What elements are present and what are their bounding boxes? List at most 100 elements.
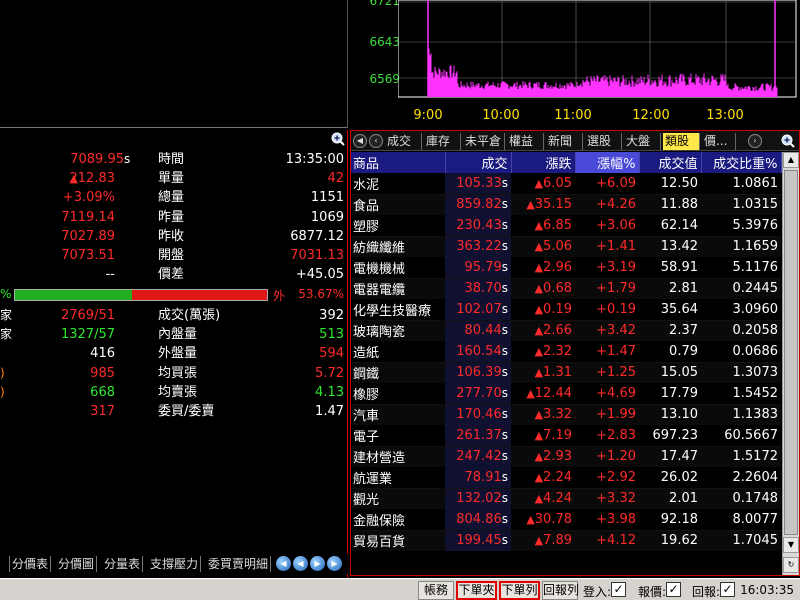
sector-tab[interactable]: 類股 <box>663 133 700 150</box>
login-check-icon: ✓ <box>611 582 626 597</box>
table-row[interactable]: 汽車 170.46s ▲3.32 +1.99 13.10 1.1383 <box>351 403 781 425</box>
sector-tab[interactable]: 權益 <box>507 133 544 150</box>
sector-turnover: 17.79 <box>639 383 701 404</box>
sector-change: ▲2.32 <box>511 341 575 362</box>
sector-change-pct: +3.19 <box>575 257 639 278</box>
table-row[interactable]: 電機機械 95.79s ▲2.96 +3.19 58.91 5.1176 <box>351 257 781 278</box>
sector-turnover: 62.14 <box>639 215 701 236</box>
order-folder-button[interactable]: 下單夾 <box>456 581 497 600</box>
quote-row: ) 985 均買張 5.72 <box>0 364 348 383</box>
table-row[interactable]: 玻璃陶瓷 80.44s ▲2.66 +3.42 2.37 0.2058 <box>351 319 781 341</box>
sector-turnover: 13.42 <box>639 235 701 257</box>
sector-tab[interactable]: 未平倉 <box>463 133 505 150</box>
sector-name: 造紙 <box>351 341 445 362</box>
up-arrow-icon: ▲ <box>534 282 544 296</box>
col-header-turnover[interactable]: 成交值 <box>639 152 702 173</box>
scroll-thumb[interactable] <box>784 170 798 535</box>
table-row[interactable]: 化學生技醫療 102.07s ▲0.19 +0.19 35.64 3.0960 <box>351 299 781 320</box>
sector-turnover-ratio: 1.7045 <box>701 529 781 551</box>
table-row[interactable]: 水泥 105.33s ▲6.05 +6.09 12.50 1.0861 <box>351 173 781 194</box>
zoom-icon[interactable] <box>331 132 345 146</box>
table-row[interactable]: 金融保險 804.86s ▲30.78 +3.98 92.18 8.0077 <box>351 509 781 530</box>
sector-turnover: 15.05 <box>639 361 701 383</box>
table-row[interactable]: 塑膠 230.43s ▲6.85 +3.06 62.14 5.3976 <box>351 215 781 236</box>
table-header-row: 商品 成交 漲跌 漲幅% 成交值 成交比重% <box>351 152 782 173</box>
y-axis-label: 6721 <box>369 0 400 8</box>
scroll-up-icon[interactable]: ▲ <box>783 152 799 168</box>
table-row[interactable]: 觀光 132.02s ▲4.24 +3.32 2.01 0.1748 <box>351 487 781 509</box>
sector-price: 80.44s <box>445 319 511 341</box>
table-row[interactable]: 橡膠 277.70s ▲12.44 +4.69 17.79 1.5452 <box>351 383 781 404</box>
refresh-icon[interactable]: ↻ <box>783 557 799 573</box>
prev-icon[interactable]: ◀ <box>293 556 308 571</box>
quote-value: 7089.95 s <box>70 152 131 167</box>
sector-name: 建材營造 <box>351 445 445 467</box>
sector-turnover-ratio: 0.1748 <box>701 487 781 509</box>
sector-turnover: 92.18 <box>639 509 701 530</box>
tab-partial[interactable] <box>0 556 10 572</box>
scroll-down-icon[interactable]: ▼ <box>783 537 799 553</box>
table-row[interactable]: 電器電纜 38.70s ▲0.68 +1.79 2.81 0.2445 <box>351 277 781 299</box>
sector-turnover: 0.79 <box>639 341 701 362</box>
sector-tab[interactable]: 庫存 <box>424 133 461 150</box>
tab-order-detail[interactable]: 委買賣明細 <box>206 556 272 572</box>
tabs-next-icon[interactable]: › <box>748 134 762 148</box>
col-header-change-pct[interactable]: 漲幅% <box>575 152 640 173</box>
table-row[interactable]: 貿易百貨 199.45s ▲7.89 +4.12 19.62 1.7045 <box>351 529 781 551</box>
table-row[interactable]: 電子 261.37s ▲7.19 +2.83 697.23 60.5667 <box>351 425 781 446</box>
y-axis-label: 6643 <box>369 35 400 49</box>
tab-price-table[interactable]: 分價表 <box>10 556 52 572</box>
sector-change-pct: +0.19 <box>575 299 639 320</box>
sector-price: 38.70s <box>445 277 511 299</box>
sector-change: ▲0.19 <box>511 299 575 320</box>
sector-name: 紡織纖維 <box>351 235 445 257</box>
next-icon[interactable]: ▶ <box>310 556 325 571</box>
last-icon[interactable]: ▶ <box>327 556 342 571</box>
table-row[interactable]: 食品 859.82s ▲35.15 +4.26 11.88 1.0315 <box>351 193 781 215</box>
col-header-change[interactable]: 漲跌 <box>511 152 576 173</box>
zoom-icon[interactable] <box>781 134 795 148</box>
tab-support-resistance[interactable]: 支撐壓力 <box>148 556 202 572</box>
account-button[interactable]: 帳務 <box>418 581 454 600</box>
sector-tab[interactable]: 選股 <box>585 133 622 150</box>
col-header-price[interactable]: 成交 <box>445 152 512 173</box>
col-header-name[interactable]: 商品 <box>351 152 446 173</box>
sector-change-pct: +3.06 <box>575 215 639 236</box>
table-row[interactable]: 造紙 160.54s ▲2.32 +1.47 0.79 0.0686 <box>351 341 781 362</box>
table-row[interactable]: 航運業 78.91s ▲2.24 +2.92 26.02 2.2604 <box>351 467 781 488</box>
quote-value: +3.09% <box>62 190 115 206</box>
col-header-turnover-ratio[interactable]: 成交比重% <box>701 152 782 173</box>
tabs-prev-icon[interactable]: ‹ <box>369 134 383 148</box>
suffix-s: s <box>501 449 508 464</box>
status-bar: 帳務 下單夾 下單列 回報列 登入: ✓ 報價: ✓ 回報: ✓ 16:03:3… <box>0 578 800 600</box>
sector-change: ▲3.32 <box>511 403 575 425</box>
report-bar-button[interactable]: 回報列 <box>542 581 579 600</box>
tab-volume-table[interactable]: 分量表 <box>102 556 144 572</box>
sector-change: ▲35.15 <box>511 193 575 215</box>
table-row[interactable]: 建材營造 247.42s ▲2.93 +1.20 17.47 1.5172 <box>351 445 781 467</box>
sector-table: 商品 成交 漲跌 漲幅% 成交值 成交比重% 水泥 105.33s ▲6.05 +6.… <box>351 152 782 551</box>
outer-volume-fill <box>131 290 267 300</box>
tabs-left-icon[interactable]: ◀ <box>353 134 367 148</box>
tab-price-chart[interactable]: 分價圖 <box>56 556 98 572</box>
sector-price: 132.02s <box>445 487 511 509</box>
sector-tab[interactable]: 成交 <box>385 133 422 150</box>
outer-pct-label: 53.67% <box>298 287 344 301</box>
sector-turnover-ratio: 0.2058 <box>701 319 781 341</box>
outer-label: 外 <box>273 289 286 303</box>
first-icon[interactable]: ◀ <box>276 556 291 571</box>
quote-value: ▲ 212.83 <box>69 171 116 187</box>
sector-tab[interactable]: 大盤 <box>624 133 661 150</box>
sector-tab[interactable]: 價... <box>702 133 736 150</box>
sector-turnover: 12.50 <box>639 173 701 194</box>
vertical-scrollbar[interactable]: ▲ ▼ ↻ <box>782 152 799 575</box>
order-bar-button[interactable]: 下單列 <box>499 581 540 600</box>
sector-change-pct: +1.41 <box>575 235 639 257</box>
sector-price: 170.46s <box>445 403 511 425</box>
table-row[interactable]: 鋼鐵 106.39s ▲1.31 +1.25 15.05 1.3073 <box>351 361 781 383</box>
table-row[interactable]: 紡織纖維 363.22s ▲5.06 +1.41 13.42 1.1659 <box>351 235 781 257</box>
sector-name: 電子 <box>351 425 445 446</box>
quote-row: 317 委買/委賣 1.47 <box>0 402 348 421</box>
sector-tab[interactable]: 新聞 <box>546 133 583 150</box>
sector-turnover-ratio: 1.5452 <box>701 383 781 404</box>
